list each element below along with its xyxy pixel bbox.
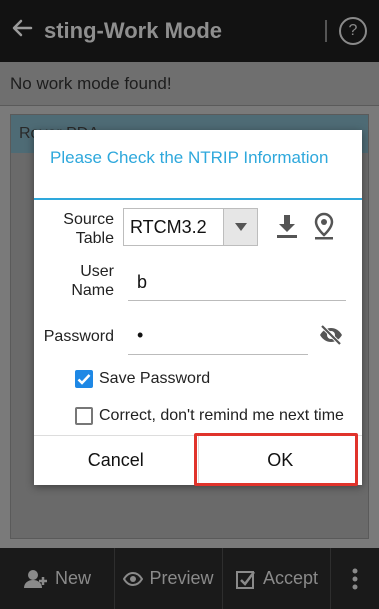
accept-button[interactable]: Accept [223,548,331,609]
dont-remind-label: Correct, don't remind me next time [99,407,344,424]
check-icon [77,374,91,385]
accept-label: Accept [262,568,319,588]
user-name-row: User Name b [34,260,362,305]
ok-button[interactable]: OK [199,436,363,485]
save-password-checkbox[interactable] [75,370,93,388]
source-table-row: Source Table RTCM3.2 [34,208,362,248]
back-arrow-icon[interactable] [0,17,44,46]
checkbox-icon [235,568,257,590]
password-underline [128,354,308,355]
eye-icon [123,571,144,586]
password-row: Password • [34,316,362,361]
dont-remind-checkbox[interactable] [75,407,93,425]
more-vert-icon[interactable] [331,548,379,609]
source-table-label: Source Table [44,210,114,248]
preview-label: Preview [149,568,214,588]
password-input[interactable]: • [137,325,287,346]
source-table-select[interactable]: RTCM3.2 [123,208,258,246]
dialog-actions: Cancel OK [34,433,363,486]
user-name-input[interactable]: b [137,272,337,293]
bottom-toolbar: New Preview Accept [0,548,379,609]
chevron-down-icon[interactable] [223,209,257,245]
user-name-label-line2: Name [71,282,114,299]
source-table-value: RTCM3.2 [130,216,207,237]
ntrip-info-dialog: Please Check the NTRIP Information Sourc… [34,130,363,486]
source-table-label-line1: Source [63,211,114,228]
new-label: New [54,568,91,588]
save-password-label: Save Password [99,370,211,387]
dialog-title: Please Check the NTRIP Information [34,130,362,200]
source-table-label-line2: Table [75,230,114,247]
password-label: Password [43,328,114,345]
cancel-button[interactable]: Cancel [34,436,199,485]
page-title: sting-Work Mode [44,18,223,43]
app-bar: sting-Work Mode ? [0,0,379,62]
new-button[interactable]: New [0,548,115,609]
user-name-label: User Name [44,262,114,300]
status-message: No work mode found! [0,62,379,106]
help-icon[interactable]: ? [339,17,367,45]
visibility-off-icon[interactable] [318,324,344,351]
location-pin-icon[interactable] [313,212,335,245]
download-icon[interactable] [275,214,299,245]
user-name-label-line1: User [80,263,114,280]
divider [325,20,327,42]
add-user-icon [23,568,49,590]
user-name-underline [128,300,346,301]
preview-button[interactable]: Preview [115,548,223,609]
